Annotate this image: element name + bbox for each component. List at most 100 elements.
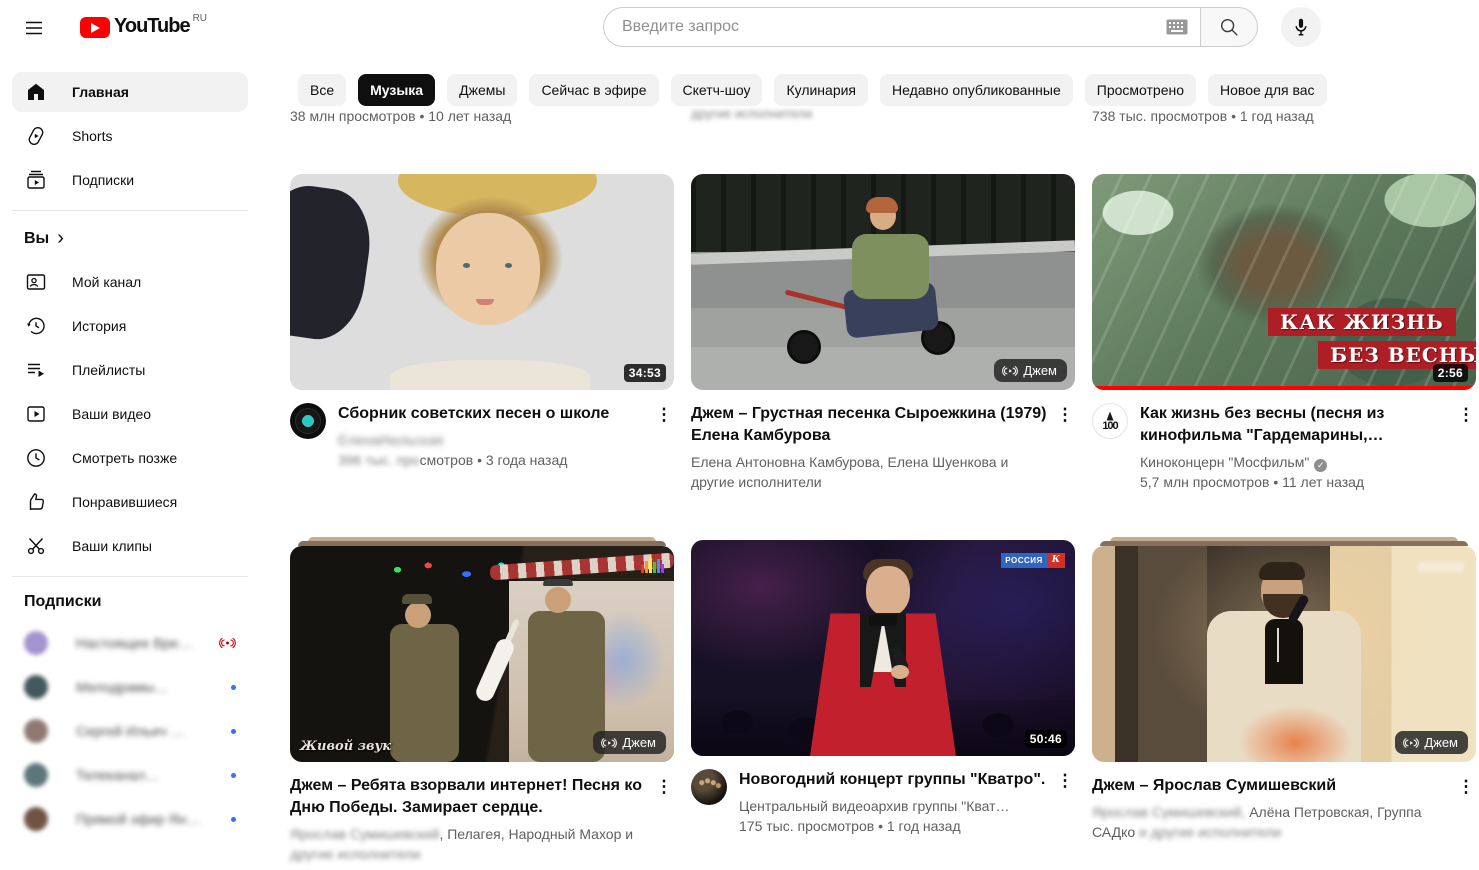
sidebar-item-label: Главная	[72, 84, 129, 100]
sidebar-subscription-channel[interactable]: Мелодрамы…	[12, 667, 248, 707]
channel-avatar-vinyl[interactable]	[290, 403, 326, 439]
sidebar-subscription-channel[interactable]: Прямой эфир Ян…	[12, 799, 248, 839]
more-options-icon[interactable]	[1053, 769, 1077, 793]
sidebar: Главная Shorts Подписки Вы› Мой канал Ис…	[0, 56, 260, 870]
avatar	[24, 675, 48, 699]
more-options-icon[interactable]	[1454, 403, 1478, 427]
sidebar-item-label: Ваши клипы	[72, 538, 152, 554]
partial-video-stats: 738 тыс. просмотров • 1 год назад	[1092, 108, 1476, 124]
video-byline[interactable]: Ярослав Сумишевский, Пелагея, Народный М…	[290, 824, 648, 864]
chip-recent[interactable]: Недавно опубликованные	[880, 74, 1073, 106]
chip-cooking[interactable]: Кулинария	[774, 74, 868, 106]
sidebar-item-home[interactable]: Главная	[12, 72, 248, 112]
my-channel-icon	[24, 270, 48, 294]
video-thumbnail[interactable]: Джем	[1092, 546, 1476, 762]
sidebar-subscription-channel[interactable]: Телеканал…	[12, 755, 248, 795]
region-label: RU	[193, 13, 207, 24]
chip-new[interactable]: Новое для вас	[1208, 74, 1327, 106]
chip-sketch[interactable]: Скетч-шоу	[671, 74, 763, 106]
sidebar-item-playlists[interactable]: Плейлисты	[12, 350, 248, 390]
jam-badge: Джем	[1395, 731, 1468, 754]
jam-badge: Джем	[994, 359, 1067, 382]
sidebar-item-subscriptions[interactable]: Подписки	[12, 160, 248, 200]
video-stats: 396 тыс. просмотров • 3 года назад	[338, 450, 648, 470]
sidebar-item-label: Плейлисты	[72, 362, 145, 378]
video-thumbnail[interactable]: Живой звук Джем	[290, 546, 674, 762]
jam-live-icon	[1403, 737, 1419, 749]
video-stats: 175 тыс. просмотров • 1 год назад	[739, 816, 1049, 836]
video-stats: 5,7 млн просмотров • 11 лет назад	[1140, 472, 1450, 492]
sidebar-item-your-videos[interactable]: Ваши видео	[12, 394, 248, 434]
video-card: 34:53 Сборник советских песен о школе Ел…	[290, 174, 674, 470]
channel-avatar[interactable]	[691, 769, 727, 805]
search-input[interactable]	[620, 17, 1154, 37]
subscriptions-icon	[24, 168, 48, 192]
video-title[interactable]: Джем – Ярослав Сумишевский	[1092, 775, 1450, 797]
sidebar-subscription-channel[interactable]: Сергей Ильич …	[12, 711, 248, 751]
chip-watched[interactable]: Просмотрено	[1085, 74, 1196, 106]
video-grid: 38 млн просмотров • 10 лет назад другие …	[290, 56, 1479, 870]
youtube-logo[interactable]: YouTube RU	[80, 15, 207, 38]
more-options-icon[interactable]	[652, 403, 676, 427]
channel-name[interactable]: Киноконцерн "Мосфильм"	[1140, 452, 1450, 472]
mix-stack-indicator	[290, 537, 674, 546]
video-thumbnail[interactable]: РОССИЯК 50:46	[691, 540, 1075, 756]
partial-video-byline: другие исполнители	[691, 106, 1075, 121]
video-thumbnail[interactable]: 34:53	[290, 174, 674, 390]
hamburger-menu-icon[interactable]	[22, 16, 46, 40]
sidebar-item-liked[interactable]: Понравившиеся	[12, 482, 248, 522]
video-card: КАК ЖИЗНЬ БЕЗ ВЕСНЫ 2:56 100 Как жизнь б…	[1092, 174, 1476, 492]
channel-name[interactable]: Центральный видеоархив группы "Кват…	[739, 796, 1049, 816]
sidebar-item-label: Подписки	[72, 172, 134, 188]
search-button[interactable]	[1200, 7, 1258, 47]
your-videos-icon	[24, 402, 48, 426]
mosfilm-statue-icon	[1107, 412, 1114, 421]
sidebar-item-clips[interactable]: Ваши клипы	[12, 526, 248, 566]
chip-live[interactable]: Сейчас в эфире	[529, 74, 658, 106]
chip-jams[interactable]: Джемы	[447, 74, 517, 106]
chip-music[interactable]: Музыка	[358, 74, 435, 106]
watched-progress-bar	[1092, 386, 1476, 390]
sidebar-item-history[interactable]: История	[12, 306, 248, 346]
more-options-icon[interactable]	[1454, 775, 1478, 799]
voice-search-button[interactable]	[1281, 7, 1321, 47]
duration-badge: 2:56	[1433, 364, 1468, 382]
video-title[interactable]: Джем – Грустная песенка Сыроежкина (1979…	[691, 403, 1049, 447]
video-title[interactable]: Как жизнь без весны (песня из кинофильма…	[1140, 403, 1450, 447]
more-options-icon[interactable]	[1053, 403, 1077, 427]
avatar	[24, 719, 48, 743]
sidebar-subscription-channel[interactable]: Настоящее Вре…	[12, 623, 248, 663]
keyboard-icon[interactable]	[1166, 19, 1188, 35]
video-title[interactable]: Новогодний концерт группы "Кватро".	[739, 769, 1049, 791]
youtube-wordmark: YouTube	[114, 15, 190, 38]
jam-live-icon	[601, 737, 617, 749]
thumbnail-overlay-text: КАК ЖИЗНЬ	[1268, 308, 1456, 336]
sidebar-item-watch-later[interactable]: Смотреть позже	[12, 438, 248, 478]
sidebar-item-label: Мой канал	[72, 274, 141, 290]
more-options-icon[interactable]	[652, 775, 676, 799]
channel-avatar-mosfilm[interactable]: 100	[1092, 403, 1128, 439]
video-thumbnail[interactable]: Джем	[691, 174, 1075, 390]
video-title[interactable]: Джем – Ребята взорвали интернет! Песня к…	[290, 775, 648, 819]
sidebar-item-label: Смотреть позже	[72, 450, 177, 466]
new-content-dot	[231, 685, 236, 690]
sidebar-item-shorts[interactable]: Shorts	[12, 116, 248, 156]
chip-all[interactable]: Все	[298, 74, 346, 106]
partial-video-stats: 38 млн просмотров • 10 лет назад	[290, 108, 674, 124]
search-box[interactable]	[603, 7, 1200, 47]
watch-later-icon	[24, 446, 48, 470]
sidebar-section-you[interactable]: Вы›	[12, 225, 248, 262]
sidebar-item-my-channel[interactable]: Мой канал	[12, 262, 248, 302]
video-thumbnail[interactable]: КАК ЖИЗНЬ БЕЗ ВЕСНЫ 2:56	[1092, 174, 1476, 390]
video-byline[interactable]: Елена Антоновна Камбурова, Елена Шуенков…	[691, 452, 1049, 492]
tv-channel-logo: РОССИЯК	[1001, 553, 1065, 568]
channel-name[interactable]: ЕленаИюльская	[338, 430, 648, 450]
duration-badge: 34:53	[624, 364, 666, 382]
video-card: Живой звук Джем Джем – Ребята взорвали и…	[290, 537, 674, 864]
verified-badge-icon	[1314, 459, 1327, 472]
sidebar-divider	[12, 576, 248, 577]
chevron-right-icon: ›	[57, 227, 64, 250]
video-byline[interactable]: Ярослав Сумишевский, Алёна Петровская, Г…	[1092, 802, 1450, 842]
video-title[interactable]: Сборник советских песен о школе	[338, 403, 648, 425]
sidebar-item-label: История	[72, 318, 126, 334]
